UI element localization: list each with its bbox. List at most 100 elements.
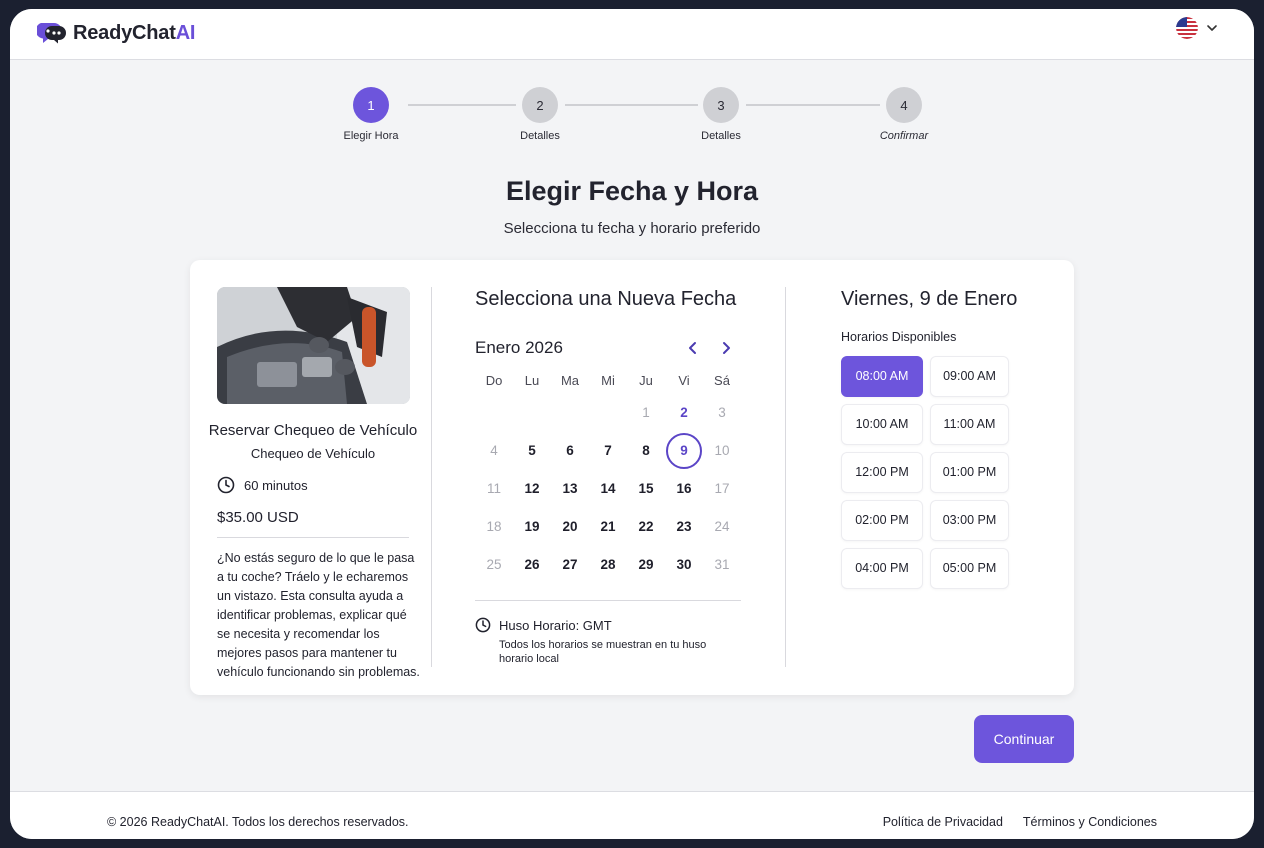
calendar-day[interactable]: 2 <box>665 394 703 432</box>
step-label: Elegir Hora <box>343 130 399 142</box>
copyright-text: © 2026 ReadyChatAI. Todos los derechos r… <box>107 815 409 829</box>
calendar-heading: Selecciona una Nueva Fecha <box>475 288 737 310</box>
chat-bubble-logo-icon <box>37 23 66 44</box>
step-label: Detalles <box>701 130 741 142</box>
calendar-day[interactable]: 5 <box>513 432 551 470</box>
calendar-day[interactable]: 13 <box>551 470 589 508</box>
booking-card: Reservar Chequeo de Vehículo Chequeo de … <box>190 260 1074 695</box>
privacy-link[interactable]: Política de Privacidad <box>883 815 1003 829</box>
weekday-row: Do Lu Ma Mi Ju Vi Sá <box>475 368 741 394</box>
calendar-week: 11 12 13 14 15 16 17 <box>475 470 741 508</box>
timezone-text: Huso Horario: GMT <box>499 617 612 633</box>
step-label: Confirmar <box>879 130 929 142</box>
step-3[interactable]: 3 Detalles <box>661 87 781 142</box>
calendar-day[interactable]: 27 <box>551 546 589 584</box>
calendar-day[interactable]: 15 <box>627 470 665 508</box>
calendar-day: 4 <box>490 443 498 458</box>
calendar-day-selected[interactable]: 9 <box>665 432 703 470</box>
step-number: 2 <box>522 87 558 123</box>
weekday-label: Do <box>485 373 503 388</box>
next-month-button[interactable] <box>714 336 738 360</box>
divider <box>217 537 409 538</box>
time-slot[interactable]: 05:00 PM <box>930 548 1009 589</box>
service-image <box>217 287 410 404</box>
weekday-label: Vi <box>678 373 690 388</box>
selected-date-heading: Viernes, 9 de Enero <box>841 288 1018 310</box>
logo[interactable]: ReadyChatAI <box>37 18 195 48</box>
column-divider <box>785 287 786 667</box>
chevron-left-icon <box>689 342 696 354</box>
calendar-day[interactable]: 7 <box>589 432 627 470</box>
step-number: 3 <box>703 87 739 123</box>
calendar-day[interactable]: 26 <box>513 546 551 584</box>
weekday-label: Ju <box>639 373 653 388</box>
available-times-label: Horarios Disponibles <box>841 330 957 344</box>
calendar-day[interactable]: 23 <box>665 508 703 546</box>
step-4[interactable]: 4 Confirmar <box>844 87 964 142</box>
chevron-down-icon <box>1207 25 1217 31</box>
calendar-day[interactable]: 21 <box>589 508 627 546</box>
calendar-day: 18 <box>486 519 502 534</box>
service-subtitle: Chequeo de Vehículo <box>250 446 376 461</box>
calendar-month-label: Enero 2026 <box>475 338 563 357</box>
step-label: Detalles <box>520 130 560 142</box>
time-slot-selected[interactable]: 08:00 AM <box>841 356 923 397</box>
time-slot[interactable]: 04:00 PM <box>841 548 923 589</box>
timezone-note: Todos los horarios se muestran en tu hus… <box>499 639 707 665</box>
booking-stepper: 1 Elegir Hora 2 Detalles 3 Detalles 4 Co… <box>10 87 1254 147</box>
calendar-day-empty <box>589 394 627 432</box>
calendar-day: 25 <box>486 557 502 572</box>
time-slot[interactable]: 10:00 AM <box>841 404 923 445</box>
selected-day-number: 9 <box>666 433 702 469</box>
clock-icon <box>475 617 491 633</box>
calendar-day: 17 <box>714 481 730 496</box>
page-title: Elegir Fecha y Hora <box>505 176 759 206</box>
calendar-day[interactable]: 12 <box>513 470 551 508</box>
app-window: ReadyChatAI 1 Elegir Hora 2 Detalles 3 D… <box>10 9 1254 839</box>
continue-button[interactable]: Continuar <box>974 715 1074 763</box>
footer-links: Política de Privacidad Términos y Condic… <box>883 815 1157 829</box>
calendar-day[interactable]: 20 <box>551 508 589 546</box>
calendar-week: 25 26 27 28 29 30 31 <box>475 546 741 584</box>
calendar-day: 24 <box>714 519 730 534</box>
calendar-day[interactable]: 28 <box>589 546 627 584</box>
calendar-day[interactable]: 30 <box>665 546 703 584</box>
calendar-day: 11 <box>486 481 501 496</box>
calendar-day: 3 <box>718 405 726 420</box>
calendar-day[interactable]: 8 <box>627 432 665 470</box>
calendar-day[interactable]: 16 <box>665 470 703 508</box>
time-slot[interactable]: 11:00 AM <box>930 404 1009 445</box>
mechanic-photo-illustration <box>217 287 410 404</box>
time-slot[interactable]: 09:00 AM <box>930 356 1009 397</box>
calendar-day[interactable]: 29 <box>627 546 665 584</box>
time-slot[interactable]: 12:00 PM <box>841 452 923 493</box>
weekday-label: Mi <box>601 373 615 388</box>
logo-text: ReadyChatAI <box>73 21 196 44</box>
time-slot[interactable]: 03:00 PM <box>930 500 1009 541</box>
us-flag-icon <box>1176 17 1198 39</box>
time-slot[interactable]: 01:00 PM <box>930 452 1009 493</box>
step-2[interactable]: 2 Detalles <box>480 87 600 142</box>
top-header: ReadyChatAI <box>10 9 1254 60</box>
step-1[interactable]: 1 Elegir Hora <box>311 87 431 142</box>
calendar-day: 1 <box>642 405 650 420</box>
time-slot[interactable]: 02:00 PM <box>841 500 923 541</box>
calendar-day[interactable]: 19 <box>513 508 551 546</box>
prev-month-button[interactable] <box>681 336 705 360</box>
footer: © 2026 ReadyChatAI. Todos los derechos r… <box>10 791 1254 839</box>
chevron-right-icon <box>723 342 730 354</box>
terms-link[interactable]: Términos y Condiciones <box>1023 815 1157 829</box>
calendar-week: 1 2 3 <box>475 394 741 432</box>
language-selector[interactable] <box>1176 17 1218 39</box>
duration-text: 60 minutos <box>244 477 308 493</box>
step-number: 1 <box>353 87 389 123</box>
page-subtitle: Selecciona tu fecha y horario preferido <box>503 220 761 237</box>
calendar-day[interactable]: 14 <box>589 470 627 508</box>
calendar-day[interactable]: 6 <box>551 432 589 470</box>
step-number: 4 <box>886 87 922 123</box>
calendar-week: 4 5 6 7 8 9 10 <box>475 432 741 470</box>
weekday-label: Sá <box>714 373 730 388</box>
weekday-label: Ma <box>560 373 580 388</box>
column-divider <box>431 287 432 667</box>
calendar-day[interactable]: 22 <box>627 508 665 546</box>
